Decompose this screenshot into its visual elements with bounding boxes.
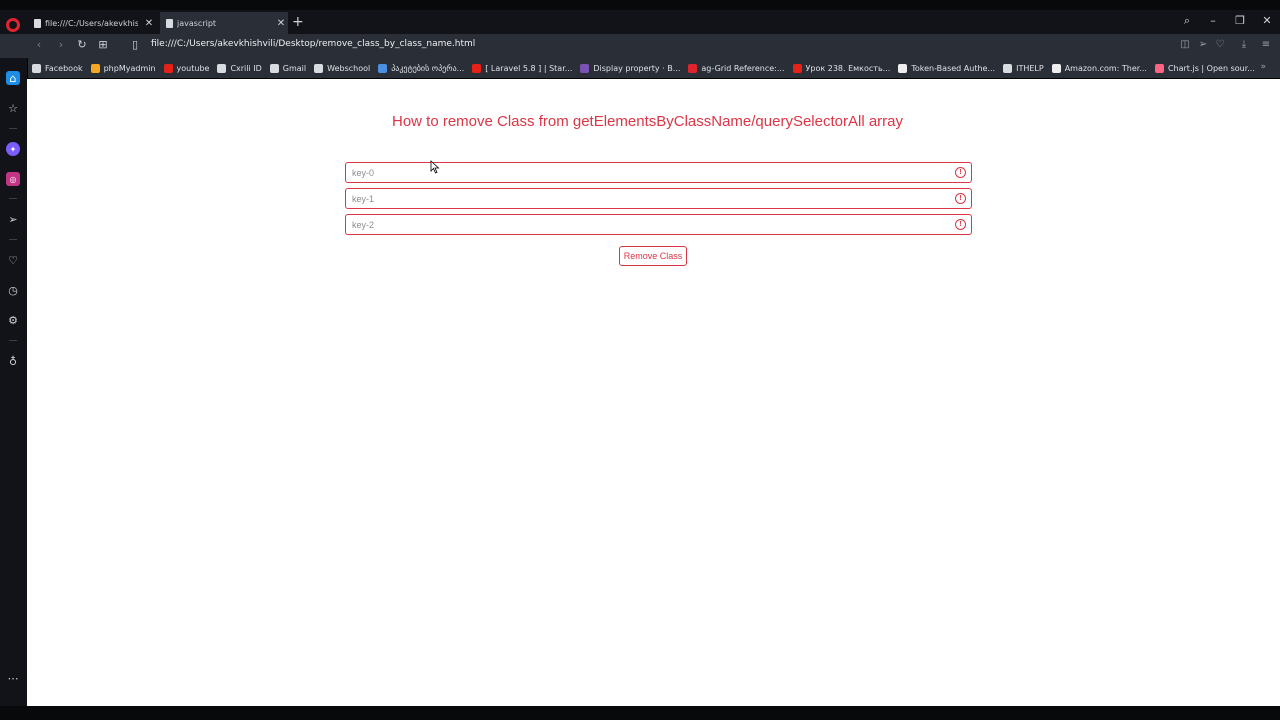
- bookmark-item[interactable]: ITHELP: [999, 63, 1048, 73]
- youtube-icon: [792, 63, 802, 73]
- lightbulb-icon[interactable]: ♁: [6, 354, 20, 368]
- youtube-icon: [472, 63, 482, 73]
- search-icon[interactable]: ⌕: [1177, 14, 1197, 28]
- settings-gear-icon[interactable]: ⚙: [6, 313, 20, 327]
- snapshot-icon[interactable]: ◫: [1178, 39, 1192, 50]
- chartjs-icon: [1154, 63, 1164, 73]
- minimize-icon[interactable]: –: [1203, 14, 1223, 27]
- home-icon[interactable]: ⌂: [6, 71, 20, 85]
- restore-icon[interactable]: ❐: [1230, 14, 1250, 27]
- bookmark-item[interactable]: Chart.js | Open sour...: [1151, 63, 1259, 73]
- bookmark-label: Chart.js | Open sour...: [1167, 63, 1255, 73]
- page-info-icon[interactable]: ▯: [128, 38, 142, 51]
- bookmark-label: Amazon.com: Ther...: [1064, 63, 1147, 73]
- key-1-input[interactable]: [346, 189, 971, 208]
- heart-icon[interactable]: ♡: [1213, 39, 1227, 50]
- menu-icon[interactable]: ≡: [1259, 39, 1273, 50]
- instagram-icon[interactable]: ◎: [6, 172, 20, 186]
- window-close-icon[interactable]: ✕: [1257, 14, 1277, 27]
- warning-icon: !: [955, 219, 966, 230]
- bookmark-item[interactable]: Display property · B...: [576, 63, 684, 73]
- page-content: How to remove Class from getElementsByCl…: [27, 79, 1280, 706]
- ag-icon: [688, 63, 698, 73]
- bookmark-item[interactable]: Cxrili ID: [213, 63, 265, 73]
- php-icon: [90, 63, 100, 73]
- bookmark-label: [ Laravel 5.8 ] | Star...: [485, 63, 573, 73]
- bookmark-item[interactable]: პაკეტების ოპერა...: [374, 63, 468, 73]
- bookmark-label: ag-Grid Reference:...: [701, 63, 785, 73]
- star-icon[interactable]: ☆: [6, 101, 20, 115]
- forward-icon[interactable]: ›: [54, 38, 68, 51]
- bookmarks-bar: Facebook phpMyadmin youtube Cxrili ID Gmail W…: [28, 58, 1280, 78]
- send-icon[interactable]: ➢: [1196, 39, 1210, 50]
- bookmark-item[interactable]: Token-Based Authe...: [894, 63, 999, 73]
- more-icon[interactable]: ⋯: [6, 671, 20, 685]
- bookmark-label: phpMyadmin: [103, 63, 156, 73]
- key-1-field[interactable]: !: [345, 188, 972, 209]
- bookmark-label: Webschool: [327, 63, 371, 73]
- close-icon[interactable]: ✕: [274, 18, 288, 29]
- url-field[interactable]: file:///C:/Users/akevkhishvili/Desktop/r…: [151, 39, 475, 49]
- bookmark-item[interactable]: youtube: [160, 63, 214, 73]
- bookmark-item[interactable]: Amazon.com: Ther...: [1048, 63, 1151, 73]
- bookmark-item[interactable]: Facebook: [28, 63, 87, 73]
- bookmark-item[interactable]: Gmail: [266, 63, 310, 73]
- bookmark-label: Display property · B...: [593, 63, 681, 73]
- e-icon: [378, 63, 388, 73]
- messenger-icon[interactable]: ✦: [6, 142, 20, 156]
- warning-icon: !: [955, 193, 966, 204]
- page-title: How to remove Class from getElementsByCl…: [391, 113, 903, 130]
- key-2-input[interactable]: [346, 215, 971, 234]
- amazon-icon: [1051, 63, 1061, 73]
- bookmark-item[interactable]: ag-Grid Reference:...: [684, 63, 788, 73]
- new-tab-plus-icon[interactable]: +: [292, 14, 304, 30]
- bookmark-item[interactable]: [ Laravel 5.8 ] | Star...: [468, 63, 576, 73]
- bookmark-item[interactable]: Урок 238. Емкость...: [789, 63, 895, 73]
- bookmark-label: Урок 238. Емкость...: [805, 63, 891, 73]
- history-icon[interactable]: ◷: [6, 283, 20, 297]
- send-icon[interactable]: ➢: [6, 212, 20, 226]
- bookmark-item[interactable]: Webschool: [310, 63, 374, 73]
- chevron-right-icon[interactable]: »: [1260, 62, 1266, 72]
- tab-javascript[interactable]: javascript ✕: [160, 12, 288, 34]
- bookmark-label: პაკეტების ოპერა...: [391, 63, 465, 73]
- heart-icon[interactable]: ♡: [6, 253, 20, 267]
- download-icon[interactable]: ⤓: [1237, 39, 1251, 50]
- bookmark-label: youtube: [176, 63, 210, 73]
- reload-icon[interactable]: ↻: [75, 38, 89, 51]
- opera-logo-icon[interactable]: [6, 18, 20, 32]
- status-strip: [0, 706, 1280, 720]
- tab-file[interactable]: file:///C:/Users/akevkhishvili ✕: [28, 12, 156, 34]
- w-icon: [314, 63, 324, 73]
- tab-title: file:///C:/Users/akevkhishvili: [45, 18, 138, 28]
- close-icon[interactable]: ✕: [142, 18, 156, 29]
- bookmark-label: Cxrili ID: [230, 63, 262, 73]
- back-icon[interactable]: ‹: [32, 38, 46, 51]
- opera-sidebar: ⌂ ☆ ✦ ◎ ➢ ♡ ◷ ⚙ ♁ ⋯: [0, 58, 27, 706]
- bookmark-label: Gmail: [282, 63, 307, 73]
- doc-icon: [1003, 63, 1013, 73]
- bookmark-label: ITHELP: [1016, 63, 1044, 73]
- remove-class-button[interactable]: Remove Class: [619, 246, 687, 266]
- doc-icon: [34, 18, 41, 28]
- doc-icon: [269, 63, 279, 73]
- speed-dial-icon[interactable]: ⊞: [96, 38, 110, 51]
- tab-title: javascript: [177, 18, 217, 28]
- key-2-field[interactable]: !: [345, 214, 972, 235]
- doc-icon: [217, 63, 227, 73]
- bootstrap-icon: [580, 63, 590, 73]
- doc-icon: [166, 18, 173, 28]
- youtube-icon: [163, 63, 173, 73]
- dev-icon: [898, 63, 908, 73]
- doc-icon: [32, 63, 41, 73]
- bookmark-item[interactable]: phpMyadmin: [87, 63, 160, 73]
- bookmark-label: Token-Based Authe...: [911, 63, 996, 73]
- bookmark-label: Facebook: [45, 63, 83, 73]
- mouse-cursor-icon: [430, 160, 440, 174]
- warning-icon: !: [955, 167, 966, 178]
